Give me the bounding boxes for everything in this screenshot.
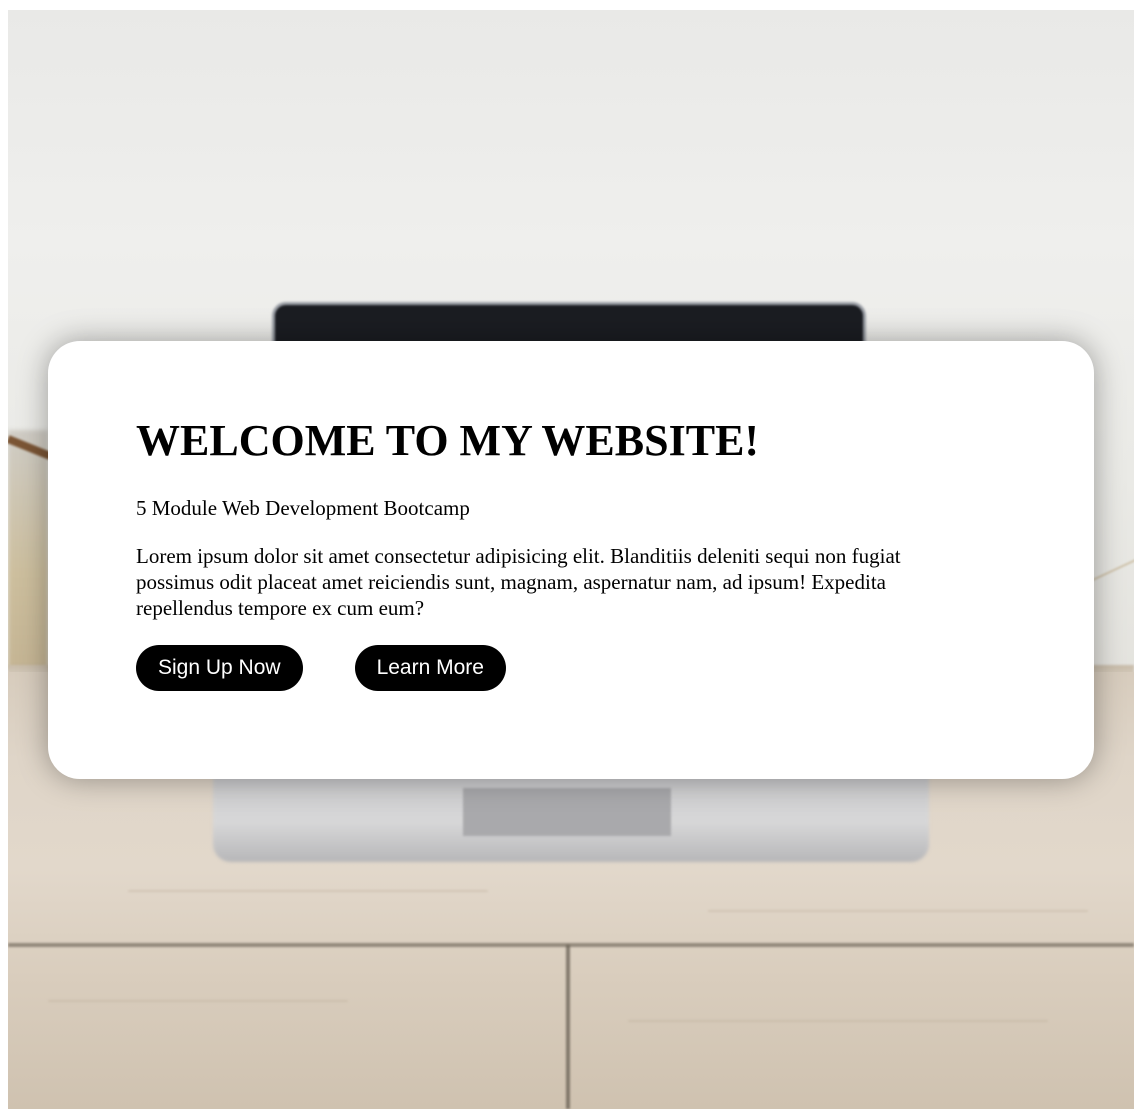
sign-up-button[interactable]: Sign Up Now [136,645,303,691]
hero-description: Lorem ipsum dolor sit amet consectetur a… [136,544,901,620]
hero-button-group: Sign Up Now Learn More [136,645,956,691]
background-decor-left [8,430,48,670]
background-laptop-trackpad [463,788,671,836]
background-wood-grain [128,890,488,892]
background-table-seam [566,945,570,1109]
background-table-seam [8,943,1134,947]
background-wood-grain [628,1020,1048,1022]
background-wood-grain [48,1000,348,1002]
background-wood-grain [708,910,1088,912]
hero-card: WELCOME TO MY WEBSITE! 5 Module Web Deve… [48,341,1094,779]
hero-content: WELCOME TO MY WEBSITE! 5 Module Web Deve… [136,413,956,691]
hero-subtitle: 5 Module Web Development Bootcamp [136,496,470,520]
page-title: WELCOME TO MY WEBSITE! [136,416,760,465]
learn-more-button[interactable]: Learn More [354,645,506,691]
